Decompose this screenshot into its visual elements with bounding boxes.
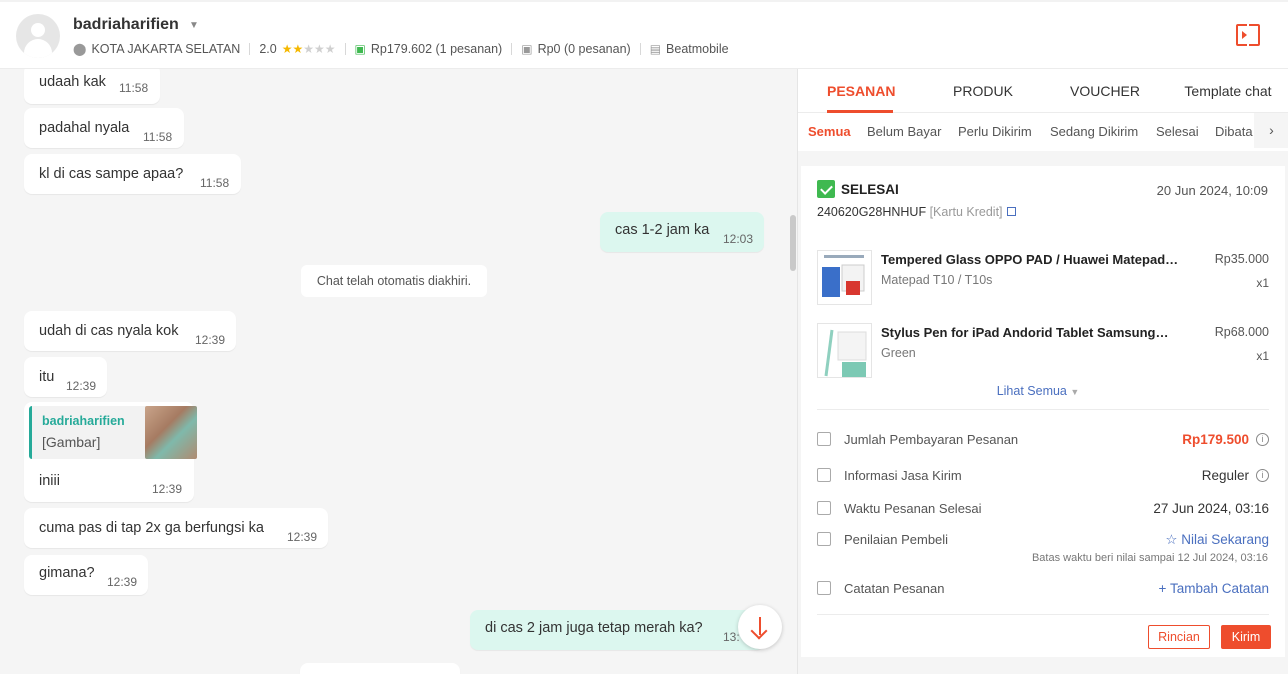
order-filter-tabs: Semua Belum Bayar Perlu Dikirim Sedang D… — [798, 113, 1288, 151]
buyer-rating: 2.0 — [259, 42, 277, 56]
star-icon: ☆ — [1165, 532, 1178, 547]
star-box-icon — [817, 532, 831, 546]
subtab-belum-bayar[interactable]: Belum Bayar — [867, 113, 941, 151]
subtab-selesai[interactable]: Selesai — [1156, 113, 1199, 151]
chevron-down-icon[interactable]: ▼ — [189, 20, 199, 31]
order-status: SELESAI — [841, 182, 899, 197]
system-notice: Chat telah otomatis diakhiri. — [301, 265, 487, 297]
product-image — [817, 323, 872, 378]
shop-icon: ▤ — [649, 42, 662, 56]
note-icon — [817, 581, 831, 595]
scroll-down-button[interactable] — [738, 605, 782, 649]
subtab-sedang-dikirim[interactable]: Sedang Dikirim — [1050, 113, 1138, 151]
shop-name: Beatmobile — [666, 42, 729, 56]
unpaid-order-icon: ▣ — [521, 42, 533, 56]
unpaid-orders: Rp0 (0 pesanan) — [537, 42, 631, 56]
paid-orders: Rp179.602 (1 pesanan) — [370, 42, 503, 56]
chat-scrollbar[interactable] — [790, 215, 796, 271]
subtab-semua[interactable]: Semua — [808, 113, 851, 151]
tab-produk[interactable]: PRODUK — [953, 69, 1013, 113]
message-in: cuma pas di tap 2x ga berfungsi ka 12:39 — [24, 508, 328, 548]
panel-tabs: PESANAN PRODUK VOUCHER Template chat — [798, 69, 1288, 113]
wallet-icon — [817, 432, 831, 446]
chat-messages[interactable]: udaah kak 11:58 padahal nyala 11:58 kl d… — [0, 69, 797, 674]
completed-time-row: Waktu Pesanan Selesai 27 Jun 2024, 03:16 — [817, 499, 1269, 519]
order-card: SELESAI 20 Jun 2024, 10:09 240620G28HNHU… — [801, 166, 1285, 657]
order-product[interactable]: Stylus Pen for iPad Andorid Tablet Samsu… — [817, 323, 1269, 379]
rating-stars-icon: ★★★★★ — [281, 42, 336, 56]
review-deadline: Batas waktu beri nilai sampai 12 Jul 202… — [1031, 552, 1268, 564]
order-date: 20 Jun 2024, 10:09 — [1156, 183, 1268, 198]
image-thumbnail[interactable] — [145, 406, 197, 459]
info-icon[interactable]: i — [1256, 433, 1269, 446]
avatar[interactable] — [16, 14, 60, 58]
add-note-link[interactable]: + Tambah Catatan — [1159, 581, 1269, 596]
tab-template-chat[interactable]: Template chat — [1180, 69, 1276, 113]
message-in: kl di cas sampe apaa? 11:58 — [24, 154, 241, 194]
see-all-link[interactable]: Lihat Semua ▼ — [801, 384, 1275, 398]
buyer-location: KOTA JAKARTA SELATAN — [91, 42, 241, 56]
tab-pesanan[interactable]: PESANAN — [827, 69, 895, 113]
detail-button[interactable]: Rincian — [1148, 625, 1210, 649]
message-in: gimana? 12:39 — [24, 555, 148, 595]
tab-voucher[interactable]: VOUCHER — [1070, 69, 1140, 113]
location-pin-icon: ⬤ — [73, 42, 87, 56]
plus-icon: + — [1158, 581, 1167, 596]
buyer-meta: ⬤ KOTA JAKARTA SELATAN 2.0 ★★★★★ ▣ Rp179… — [73, 41, 729, 57]
order-id: 240620G28HNHUF [Kartu Kredit] — [817, 205, 1016, 219]
chevron-right-icon[interactable]: › — [1254, 113, 1288, 148]
quoted-message[interactable]: badriaharifien [Gambar] — [29, 406, 197, 459]
message-in: udaah kak 11:58 — [24, 69, 160, 104]
calendar-icon — [817, 501, 831, 515]
send-button[interactable]: Kirim — [1221, 625, 1271, 649]
buyer-username[interactable]: badriaharifien — [73, 16, 179, 34]
external-link-icon[interactable] — [1006, 207, 1016, 216]
truck-icon — [817, 468, 831, 482]
message-in: padahal nyala 11:58 — [24, 108, 184, 148]
message-out: cas 1-2 jam ka 12:03 — [600, 212, 764, 252]
payment-row: Jumlah Pembayaran Pesanan Rp179.500 i — [817, 430, 1269, 450]
subtab-dibatalkan[interactable]: Dibata — [1215, 113, 1253, 151]
completed-icon — [817, 180, 835, 198]
info-icon[interactable]: i — [1256, 469, 1269, 482]
message-partial — [300, 663, 460, 674]
order-panel: PESANAN PRODUK VOUCHER Template chat Sem… — [797, 69, 1288, 674]
subtab-perlu-dikirim[interactable]: Perlu Dikirim — [958, 113, 1032, 151]
rate-now-link[interactable]: ☆ Nilai Sekarang — [1165, 532, 1269, 548]
exit-icon[interactable] — [1236, 24, 1260, 46]
shipping-row: Informasi Jasa Kirim Reguler i — [817, 466, 1269, 486]
note-row: Catatan Pesanan + Tambah Catatan — [817, 579, 1269, 599]
message-in-with-quote: badriaharifien [Gambar] iniii 12:39 — [24, 402, 197, 502]
product-image — [817, 250, 872, 305]
paid-order-icon: ▣ — [354, 42, 366, 56]
review-row: Penilaian Pembeli ☆ Nilai Sekarang — [817, 530, 1269, 550]
message-out: di cas 2 jam juga tetap merah ka? 13: — [470, 610, 764, 650]
message-in: itu 12:39 — [24, 357, 107, 397]
chat-header: badriaharifien ▼ ⬤ KOTA JAKARTA SELATAN … — [0, 0, 1288, 69]
message-in: udah di cas nyala kok 12:39 — [24, 311, 236, 351]
order-product[interactable]: Tempered Glass OPPO PAD / Huawei Matepad… — [817, 250, 1269, 306]
